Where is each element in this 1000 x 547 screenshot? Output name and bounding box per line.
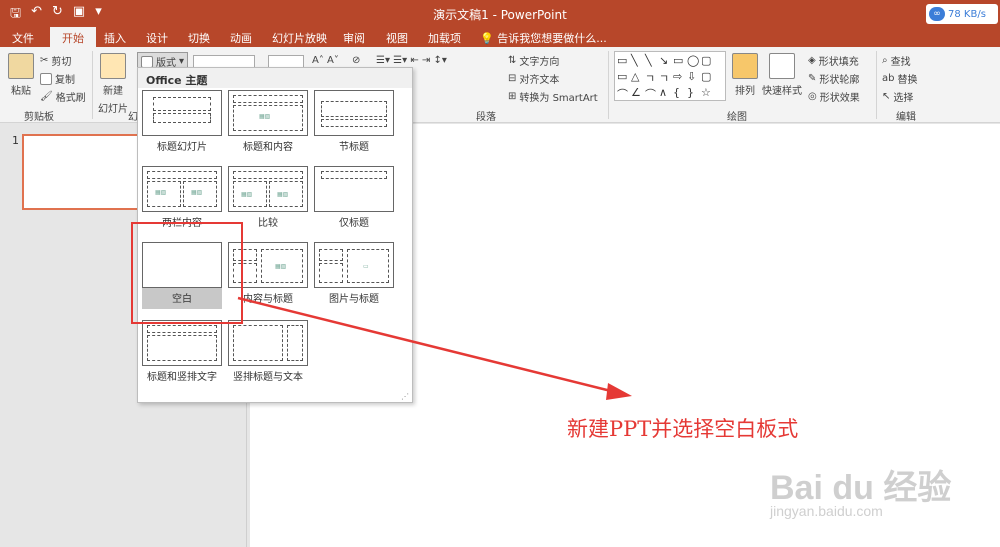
watermark-url: jingyan.baidu.com [770,503,883,519]
annotation-text: 新建PPT并选择空白板式 [567,417,799,441]
watermark-logo: Bai du 经验 [770,469,952,507]
